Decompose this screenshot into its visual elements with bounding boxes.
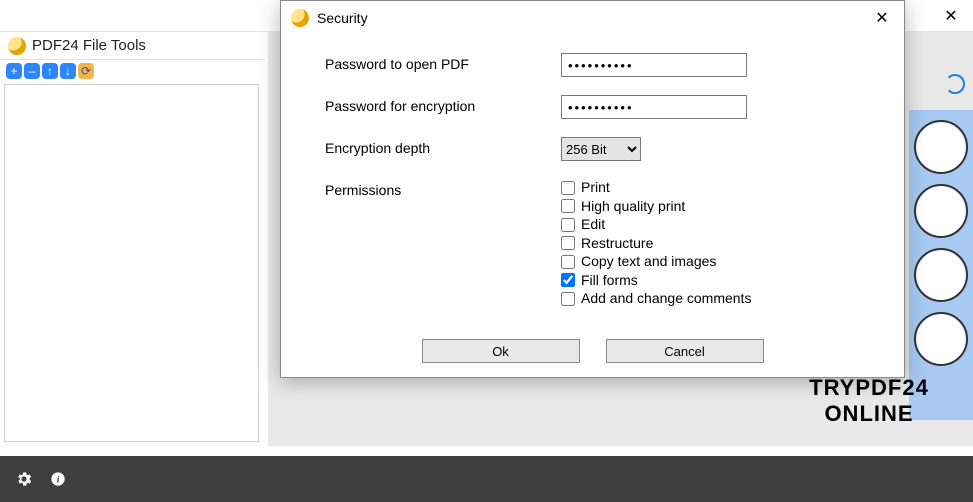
dialog-close-button[interactable]: ✕ xyxy=(860,1,904,35)
label-permissions: Permissions xyxy=(325,179,561,198)
gear-icon[interactable] xyxy=(14,469,34,489)
permission-item[interactable]: Restructure xyxy=(561,235,751,253)
permission-item[interactable]: Print xyxy=(561,179,751,197)
security-dialog: Security ✕ Password to open PDF Password… xyxy=(280,0,905,378)
ad-sidebar xyxy=(909,110,973,420)
permissions-list: PrintHigh quality printEditRestructureCo… xyxy=(561,179,751,308)
permission-checkbox[interactable] xyxy=(561,218,575,232)
dialog-footer: Ok Cancel xyxy=(281,339,904,363)
permission-item[interactable]: Add and change comments xyxy=(561,290,751,308)
permission-label: Copy text and images xyxy=(581,253,716,271)
label-password-open: Password to open PDF xyxy=(325,53,561,72)
permission-checkbox[interactable] xyxy=(561,273,575,287)
permission-item[interactable]: Fill forms xyxy=(561,272,751,290)
permission-label: Restructure xyxy=(581,235,653,253)
toolbar-up-button[interactable]: ↑ xyxy=(42,63,58,79)
app-header: PDF24 File Tools xyxy=(0,32,265,60)
status-bar: i xyxy=(0,456,973,502)
permission-label: High quality print xyxy=(581,198,685,216)
dialog-body: Password to open PDF Password for encryp… xyxy=(281,35,904,308)
ad-text: TRYPDF24 ONLINE xyxy=(779,375,959,426)
password-encryption-field[interactable] xyxy=(561,95,747,119)
ad-doodle-icon xyxy=(914,184,968,238)
toolbar-add-button[interactable]: + xyxy=(6,63,22,79)
row-password-open: Password to open PDF xyxy=(325,53,874,77)
row-password-encryption: Password for encryption xyxy=(325,95,874,119)
label-password-encryption: Password for encryption xyxy=(325,95,561,114)
main-close-button[interactable]: ✕ xyxy=(929,0,973,32)
ad-doodle-icon xyxy=(914,120,968,174)
ad-line1: TRYPDF24 xyxy=(779,375,959,400)
dialog-title: Security xyxy=(317,10,368,26)
encryption-depth-select[interactable]: 256 Bit xyxy=(561,137,641,161)
ad-line2: ONLINE xyxy=(779,401,959,426)
permission-checkbox[interactable] xyxy=(561,236,575,250)
toolbar-refresh-button[interactable]: ⟳ xyxy=(78,63,94,79)
label-encryption-depth: Encryption depth xyxy=(325,137,561,156)
file-list[interactable] xyxy=(4,84,259,442)
permission-checkbox[interactable] xyxy=(561,292,575,306)
permission-item[interactable]: Edit xyxy=(561,216,751,234)
permission-label: Print xyxy=(581,179,610,197)
toolbar-remove-button[interactable]: – xyxy=(24,63,40,79)
permission-checkbox[interactable] xyxy=(561,199,575,213)
toolbar-down-button[interactable]: ↓ xyxy=(60,63,76,79)
app-icon xyxy=(8,37,26,55)
password-open-field[interactable] xyxy=(561,53,747,77)
permission-label: Add and change comments xyxy=(581,290,751,308)
cancel-button[interactable]: Cancel xyxy=(606,339,764,363)
permission-item[interactable]: High quality print xyxy=(561,198,751,216)
permission-checkbox[interactable] xyxy=(561,255,575,269)
permission-label: Fill forms xyxy=(581,272,638,290)
dialog-titlebar: Security xyxy=(281,1,904,35)
row-permissions: Permissions PrintHigh quality printEditR… xyxy=(325,179,874,308)
app-title: PDF24 File Tools xyxy=(32,37,146,54)
ad-doodle-icon xyxy=(914,248,968,302)
toolbar: + – ↑ ↓ ⟳ xyxy=(0,60,265,82)
permission-item[interactable]: Copy text and images xyxy=(561,253,751,271)
ok-button[interactable]: Ok xyxy=(422,339,580,363)
svg-text:i: i xyxy=(57,475,60,485)
info-icon[interactable]: i xyxy=(48,469,68,489)
refresh-icon[interactable] xyxy=(945,74,965,94)
dialog-icon xyxy=(291,9,309,27)
permission-label: Edit xyxy=(581,216,605,234)
ad-doodle-icon xyxy=(914,312,968,366)
row-encryption-depth: Encryption depth 256 Bit xyxy=(325,137,874,161)
permission-checkbox[interactable] xyxy=(561,181,575,195)
